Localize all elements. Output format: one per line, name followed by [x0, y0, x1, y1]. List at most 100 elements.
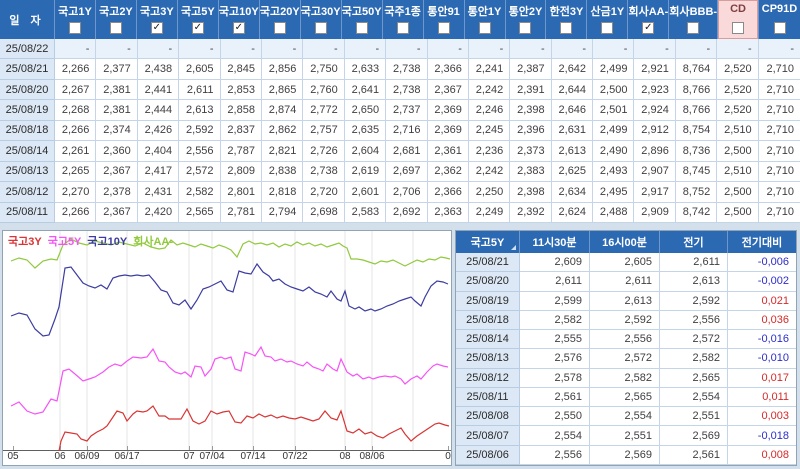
column-checkbox-ktb-1y[interactable] [68, 22, 81, 34]
column-header-ktb-50y[interactable]: 국고50Y [342, 0, 383, 39]
detail-date-cell: 25/08/12 [456, 368, 520, 388]
detail-table-row[interactable]: 25/08/18 2,582 2,592 2,556 0,036 [456, 310, 796, 331]
x-tick-label: 06 [54, 451, 66, 462]
column-header-ktb-20y[interactable]: 국고20Y [260, 0, 301, 39]
column-checkbox-corp-bbb[interactable] [687, 22, 700, 34]
column-checkbox-cd[interactable] [732, 22, 745, 34]
column-header-nhb-1[interactable]: 국주1종 [383, 0, 424, 39]
column-header-ktb-2y[interactable]: 국고2Y [96, 0, 137, 39]
yield-cell-ktb-30y: 2,750 [303, 59, 345, 80]
value-1130-cell: 2,556 [520, 445, 590, 465]
detail-column-header-0[interactable]: 국고5Y [456, 231, 520, 253]
yield-cell-cp-91d: 2,710 [758, 120, 800, 142]
date-cell: 25/08/12 [0, 182, 55, 203]
detail-date-cell: 25/08/19 [456, 291, 520, 311]
detail-table-row[interactable]: 25/08/07 2,554 2,551 2,569 -0,018 [456, 426, 796, 446]
column-header-ktb-3y[interactable]: 국고3Y ✓ [137, 0, 178, 39]
yield-cell-ktb-5y: 2,572 [179, 161, 221, 183]
column-header-cp-91d[interactable]: CP91D [759, 0, 800, 39]
daily-yield-table-header: 일 자 국고1Y 국고2Y 국고3Y ✓ 국고5Y ✓ 국고10Y ✓ 국고20Y 국고30Y 국고… [0, 0, 800, 39]
detail-table-row[interactable]: 25/08/13 2,576 2,572 2,582 -0,010 [456, 349, 796, 369]
detail-column-header-2[interactable]: 16시00분 [590, 231, 660, 253]
column-header-ktb-1y[interactable]: 국고1Y [55, 0, 96, 39]
column-header-kdb-1y[interactable]: 산금1Y [587, 0, 629, 39]
column-header-msb-1y[interactable]: 통안1Y [465, 0, 506, 39]
column-checkbox-ktb-2y[interactable] [109, 22, 122, 34]
column-checkbox-ktb-30y[interactable] [314, 22, 327, 34]
yield-cell-ktb-30y: 2,772 [303, 100, 345, 121]
table-row[interactable]: 25/08/11 2,266 2,367 2,420 2,565 2,781 2,794 2,… [0, 202, 800, 223]
detail-column-header-1[interactable]: 11시30분 [520, 231, 590, 253]
column-checkbox-ktb-50y[interactable] [355, 22, 368, 34]
detail-table-row[interactable]: 25/08/06 2,556 2,569 2,561 0,008 [456, 445, 796, 465]
change-cell: -0,002 [728, 272, 796, 292]
yield-cell-kdb-1y: 2,488 [593, 202, 635, 223]
column-checkbox-ktb-3y[interactable]: ✓ [150, 22, 163, 34]
yield-cell-ktb-50y: 2,619 [344, 161, 387, 183]
x-tick-label: 05 [7, 451, 19, 462]
yield-cell-msb-1y: 2,249 [468, 202, 511, 223]
column-checkbox-nhb-1[interactable] [396, 22, 409, 34]
yield-cell-msb-91d: - [427, 39, 469, 60]
yield-cell-kdb-1y: - [593, 39, 635, 60]
column-header-kepco-3y[interactable]: 한전3Y [546, 0, 588, 39]
table-row[interactable]: 25/08/21 2,266 2,377 2,438 2,605 2,845 2,856 2,… [0, 59, 800, 80]
detail-column-header-4[interactable]: 전기대비 [728, 231, 796, 253]
table-row[interactable]: 25/08/12 2,270 2,378 2,431 2,582 2,801 2,818 2,… [0, 182, 800, 203]
yield-cell-ktb-10y: 2,781 [220, 202, 262, 223]
change-cell: 0,003 [728, 407, 796, 427]
column-checkbox-ktb-20y[interactable] [273, 22, 286, 34]
detail-date-cell: 25/08/13 [456, 349, 520, 369]
detail-table-row[interactable]: 25/08/14 2,555 2,556 2,572 -0,016 [456, 330, 796, 350]
yield-cell-ktb-30y: 2,760 [303, 79, 345, 101]
column-header-msb-91d[interactable]: 통안91 [424, 0, 465, 39]
column-header-ktb-10y[interactable]: 국고10Y ✓ [219, 0, 260, 39]
yield-cell-msb-91d: 2,366 [427, 182, 469, 203]
column-header-corp-aa[interactable]: 회사AA- ✓ [628, 0, 670, 39]
daily-yield-table: 일 자 국고1Y 국고2Y 국고3Y ✓ 국고5Y ✓ 국고10Y ✓ 국고20Y 국고30Y 국고… [0, 0, 800, 223]
column-checkbox-msb-2y[interactable] [519, 22, 532, 34]
ktb5y-intraday-table: 국고5Y 11시30분 16시00분 전기 전기대비 25/08/21 2,609 2,60… [455, 230, 797, 466]
table-row[interactable]: 25/08/13 2,265 2,367 2,417 2,572 2,809 2,838 2,… [0, 161, 800, 183]
column-header-cd[interactable]: CD [718, 0, 760, 39]
column-checkbox-ktb-10y[interactable]: ✓ [232, 22, 245, 34]
yield-cell-cd: 2,520 [717, 79, 759, 101]
column-header-corp-bbb[interactable]: 회사BBB- [669, 0, 719, 39]
value-1130-cell: 2,576 [520, 349, 590, 369]
column-label: 국고5Y [180, 6, 215, 18]
detail-table-row[interactable]: 25/08/19 2,599 2,613 2,592 0,021 [456, 291, 796, 311]
detail-table-row[interactable]: 25/08/20 2,611 2,611 2,613 -0,002 [456, 272, 796, 292]
detail-table-row[interactable]: 25/08/12 2,578 2,582 2,565 0,017 [456, 368, 796, 388]
yield-cell-cd: - [717, 39, 759, 60]
column-checkbox-kepco-3y[interactable] [560, 22, 573, 34]
table-row[interactable]: 25/08/18 2,266 2,374 2,426 2,592 2,837 2,862 2,… [0, 120, 800, 142]
column-checkbox-ktb-5y[interactable]: ✓ [191, 22, 204, 34]
table-row[interactable]: 25/08/14 2,261 2,360 2,404 2,556 2,787 2,821 2,… [0, 141, 800, 162]
column-label: 국고3Y [140, 6, 174, 18]
column-label: 국고2Y [99, 6, 133, 18]
yield-cell-ktb-2y: 2,377 [96, 59, 138, 80]
legend-item: 회사AA- [133, 236, 174, 248]
column-checkbox-msb-91d[interactable] [437, 22, 450, 34]
date-cell: 25/08/18 [0, 120, 55, 142]
column-checkbox-msb-1y[interactable] [478, 22, 491, 34]
yield-cell-corp-aa: 2,923 [634, 79, 676, 101]
yield-line-chart [3, 231, 451, 452]
change-cell: 0,036 [728, 310, 796, 331]
series-line-국고5Y [10, 345, 449, 415]
table-row[interactable]: 25/08/22- - - - - - - - - - - - - - - - - - [0, 39, 800, 60]
detail-table-row[interactable]: 25/08/11 2,561 2,565 2,554 0,011 [456, 387, 796, 408]
detail-table-row[interactable]: 25/08/21 2,609 2,605 2,611 -0,006 [456, 253, 796, 273]
column-header-msb-2y[interactable]: 통안2Y [506, 0, 547, 39]
table-row[interactable]: 25/08/20 2,267 2,381 2,441 2,611 2,853 2,865 2,… [0, 79, 800, 101]
column-checkbox-kdb-1y[interactable] [601, 22, 614, 34]
column-checkbox-cp-91d[interactable] [773, 22, 786, 34]
prev-close-cell: 2,556 [660, 310, 728, 331]
detail-table-row[interactable]: 25/08/08 2,550 2,554 2,551 0,003 [456, 407, 796, 427]
column-header-ktb-30y[interactable]: 국고30Y [301, 0, 342, 39]
date-cell: 25/08/22 [0, 39, 55, 60]
detail-column-header-3[interactable]: 전기 [660, 231, 728, 253]
table-row[interactable]: 25/08/19 2,268 2,381 2,444 2,613 2,858 2,874 2,… [0, 100, 800, 121]
column-checkbox-corp-aa[interactable]: ✓ [642, 22, 655, 34]
column-header-ktb-5y[interactable]: 국고5Y ✓ [178, 0, 219, 39]
